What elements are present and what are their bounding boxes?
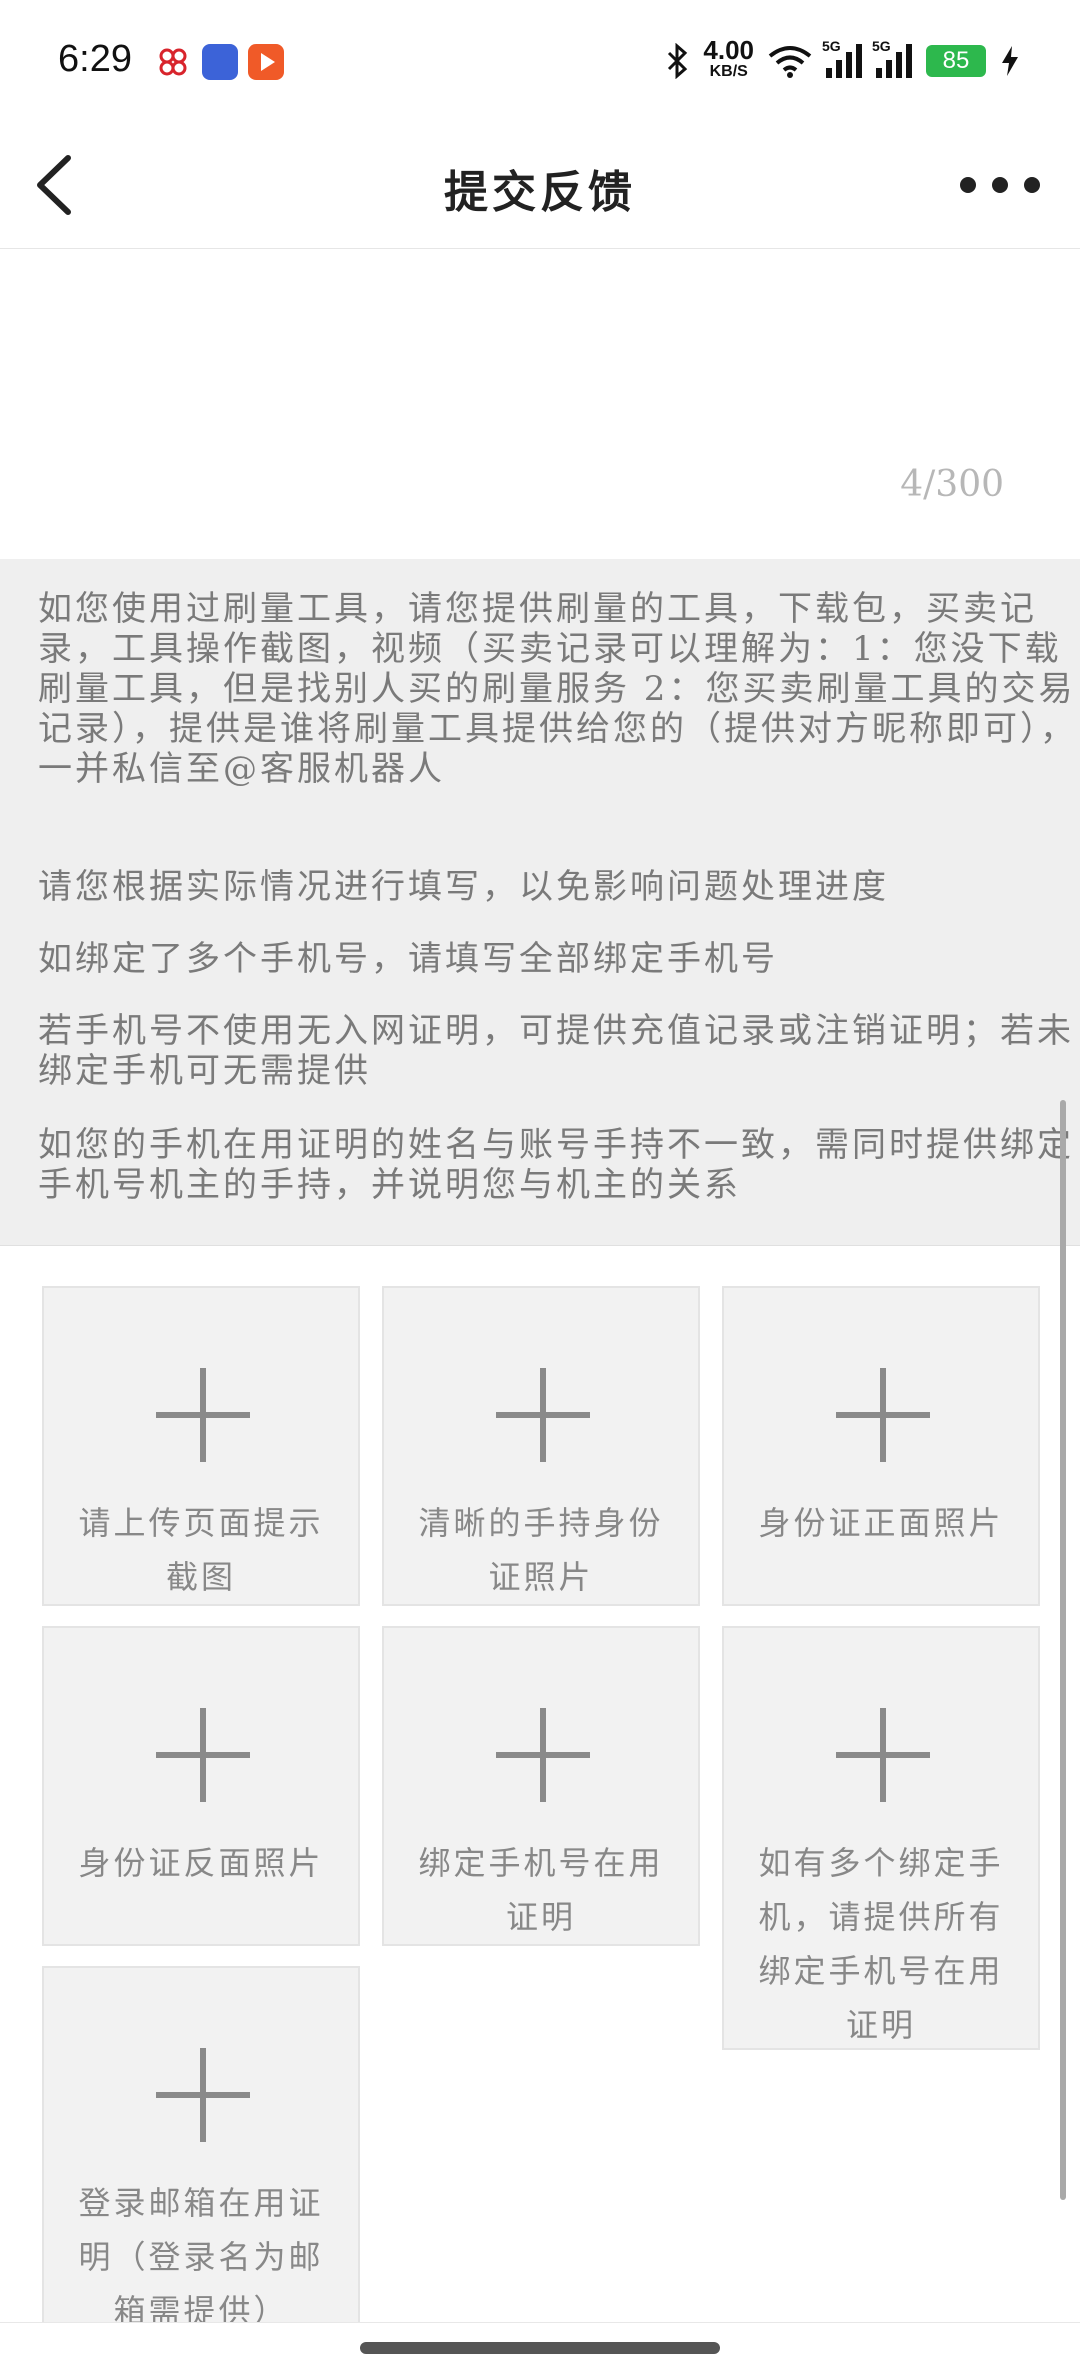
more-options-button[interactable] — [960, 160, 1040, 210]
divider — [0, 2322, 1080, 2323]
status-bar: 6:29 4.00 KB/S 5G 5G 85 — [0, 0, 1080, 120]
tip-text: 如绑定了多个手机号，请填写全部绑定手机号 — [38, 939, 778, 979]
plus-icon — [836, 1708, 930, 1802]
status-icons: 4.00 KB/S 5G 5G 85 — [665, 36, 1020, 86]
plus-icon — [156, 1368, 250, 1462]
upload-card[interactable]: 身份证反面照片 — [42, 1626, 360, 1946]
wifi-icon — [768, 46, 812, 78]
upload-card[interactable]: 绑定手机号在用证明 — [382, 1626, 700, 1946]
tieba-app-icon — [202, 44, 238, 80]
upload-label: 清晰的手持身份证照片 — [418, 1504, 664, 1596]
upload-label: 如有多个绑定手机，请提供所有绑定手机号在用证明 — [758, 1844, 1004, 2044]
upload-card[interactable]: 登录邮箱在用证明（登录名为邮箱需提供） — [42, 1966, 360, 2322]
feedback-input[interactable]: 4/300 — [0, 249, 1080, 559]
tip-text: 请您根据实际情况进行填写，以免影响问题处理进度 — [38, 867, 889, 907]
upload-card[interactable]: 如有多个绑定手机，请提供所有绑定手机号在用证明 — [722, 1626, 1040, 2050]
upload-card[interactable]: 清晰的手持身份证照片 — [382, 1286, 700, 1606]
tip-text: 如您的手机在用证明的姓名与账号手持不一致，需同时提供绑定手机号机主的手持，并说明… — [38, 1125, 1074, 1205]
battery-indicator: 85 — [926, 45, 986, 77]
upload-label: 登录邮箱在用证明（登录名为邮箱需提供） — [78, 2184, 324, 2322]
upload-card[interactable]: 请上传页面提示截图 — [42, 1286, 360, 1606]
video-app-icon — [248, 44, 284, 80]
plus-icon — [836, 1368, 930, 1462]
upload-label: 绑定手机号在用证明 — [418, 1844, 664, 1936]
status-time: 6:29 — [58, 38, 132, 80]
scrollbar[interactable] — [1060, 1100, 1066, 2200]
china-unicom-icon — [155, 44, 191, 80]
more-dot-icon — [960, 177, 976, 193]
page-title: 提交反馈 — [444, 167, 636, 218]
home-indicator[interactable] — [360, 2342, 720, 2354]
network-speed: 4.00 KB/S — [703, 35, 754, 80]
upload-label: 请上传页面提示截图 — [78, 1504, 324, 1596]
upload-card[interactable]: 身份证正面照片 — [722, 1286, 1040, 1606]
charging-icon — [1002, 46, 1018, 76]
signal-icon-1: 5G — [822, 38, 862, 78]
char-counter: 4/300 — [900, 464, 1004, 505]
tip-text: 若手机号不使用无入网证明，可提供充值记录或注销证明；若未绑定手机可无需提供 — [38, 1011, 1074, 1091]
signal-icon-2: 5G — [872, 38, 912, 78]
plus-icon — [496, 1368, 590, 1462]
plus-icon — [156, 1708, 250, 1802]
plus-icon — [496, 1708, 590, 1802]
plus-icon — [156, 2048, 250, 2142]
nav-header: 提交反馈 — [0, 120, 1080, 249]
tips-panel: 如您使用过刷量工具，请您提供刷量的工具，下载包，买卖记录，工具操作截图，视频（买… — [0, 559, 1080, 1246]
tip-text: 如您使用过刷量工具，请您提供刷量的工具，下载包，买卖记录，工具操作截图，视频（买… — [38, 589, 1077, 789]
bluetooth-icon — [668, 43, 688, 79]
upload-label: 身份证反面照片 — [78, 1844, 324, 1882]
upload-label: 身份证正面照片 — [758, 1504, 1004, 1542]
